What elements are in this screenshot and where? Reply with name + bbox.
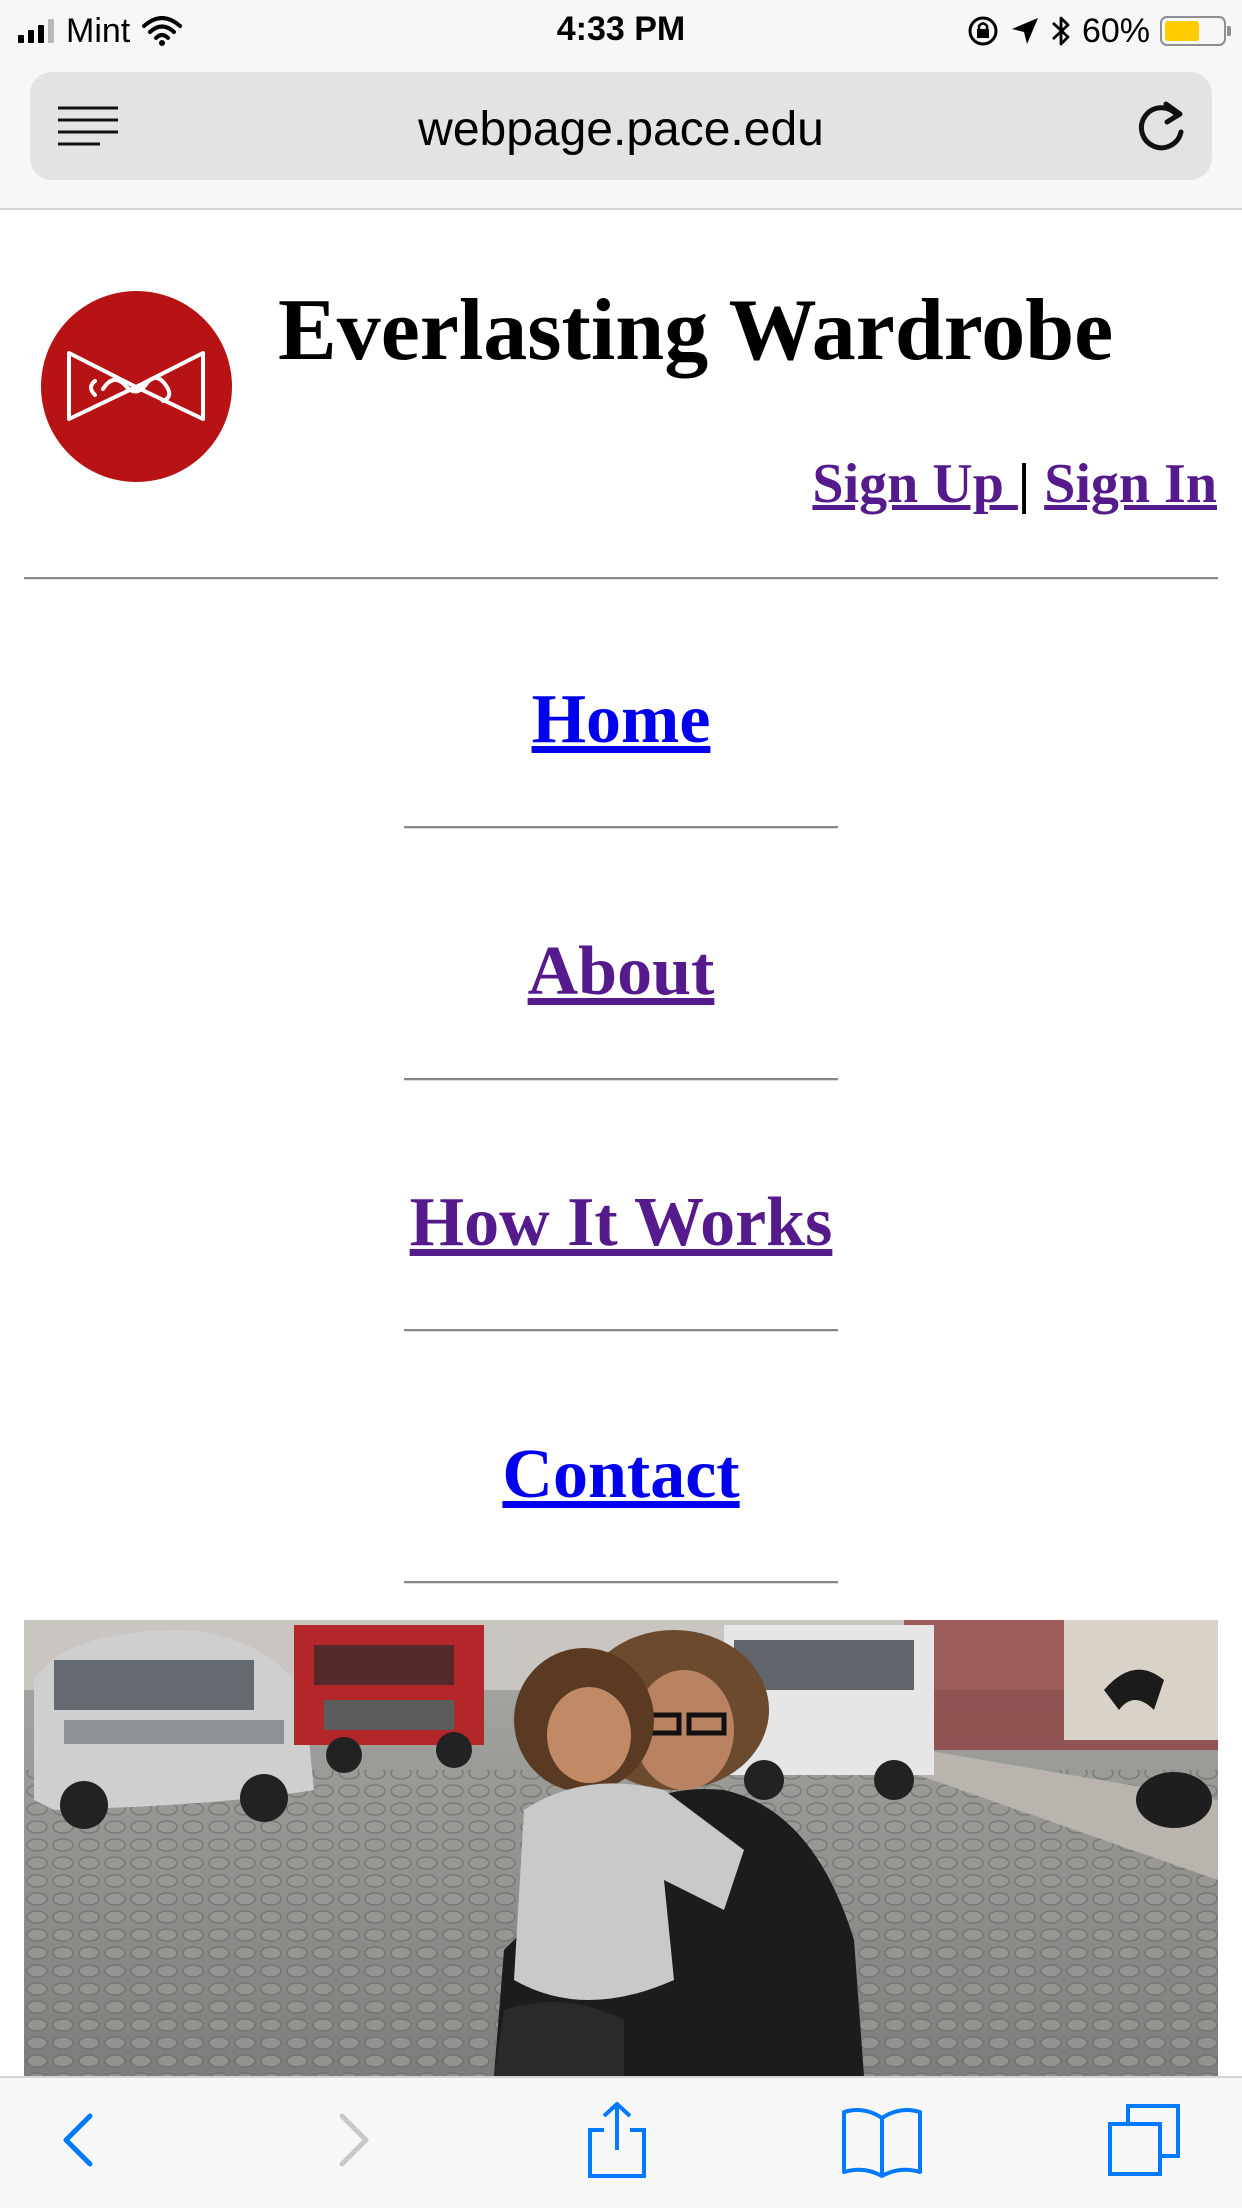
tabs-button[interactable] (1104, 2100, 1184, 2180)
auth-separator: | (1017, 453, 1031, 515)
bookmarks-icon (842, 2108, 922, 2178)
share-button[interactable] (582, 2100, 652, 2180)
battery-percent: 60% (1081, 11, 1150, 50)
back-button[interactable] (50, 2100, 110, 2180)
sign-in-link[interactable]: Sign In (1044, 453, 1217, 515)
bluetooth-icon (1051, 16, 1070, 46)
header-divider (24, 577, 1218, 580)
address-bar[interactable]: webpage.pace.edu (30, 72, 1212, 180)
nav-item-about: About (0, 932, 1242, 1012)
site-title: Everlasting Wardrobe (278, 282, 1114, 379)
browser-address-area: webpage.pace.edu (0, 62, 1242, 210)
status-bar: Mint 4:33 PM 60% (0, 0, 1242, 62)
url-text[interactable]: webpage.pace.edu (30, 102, 1212, 157)
auth-links: Sign Up | Sign In (812, 452, 1217, 516)
nav-divider (404, 826, 838, 829)
bowtie-logo-icon (67, 351, 205, 421)
hero-street-photo (24, 1620, 1218, 2076)
nav-divider (404, 1078, 838, 1081)
nav-link-home[interactable]: Home (532, 681, 711, 758)
site-logo[interactable] (41, 291, 232, 482)
forward-icon (339, 2113, 369, 2167)
battery-icon (1160, 16, 1231, 46)
forward-button[interactable] (322, 2100, 382, 2180)
nav-divider (404, 1329, 838, 1332)
back-icon (63, 2113, 93, 2167)
nav-link-how-it-works[interactable]: How It Works (410, 1184, 833, 1261)
tabs-icon (1108, 2104, 1180, 2176)
share-icon (588, 2102, 646, 2178)
reload-icon (1138, 101, 1184, 151)
bookmarks-button[interactable] (840, 2100, 924, 2180)
nav-divider (404, 1581, 838, 1584)
orientation-lock-icon (968, 16, 998, 46)
nav-item-how-it-works: How It Works (0, 1183, 1242, 1263)
nav-link-contact[interactable]: Contact (502, 1436, 739, 1513)
reload-button[interactable] (1134, 96, 1190, 156)
hero-photo (24, 1620, 1218, 2076)
nav-item-contact: Contact (0, 1435, 1242, 1515)
location-icon (1011, 18, 1038, 44)
nav-item-home: Home (0, 680, 1242, 760)
browser-toolbar (0, 2076, 1242, 2208)
sign-up-link[interactable]: Sign Up (812, 453, 1017, 515)
status-right: 60% (966, 11, 1231, 50)
nav-link-about[interactable]: About (528, 933, 715, 1010)
